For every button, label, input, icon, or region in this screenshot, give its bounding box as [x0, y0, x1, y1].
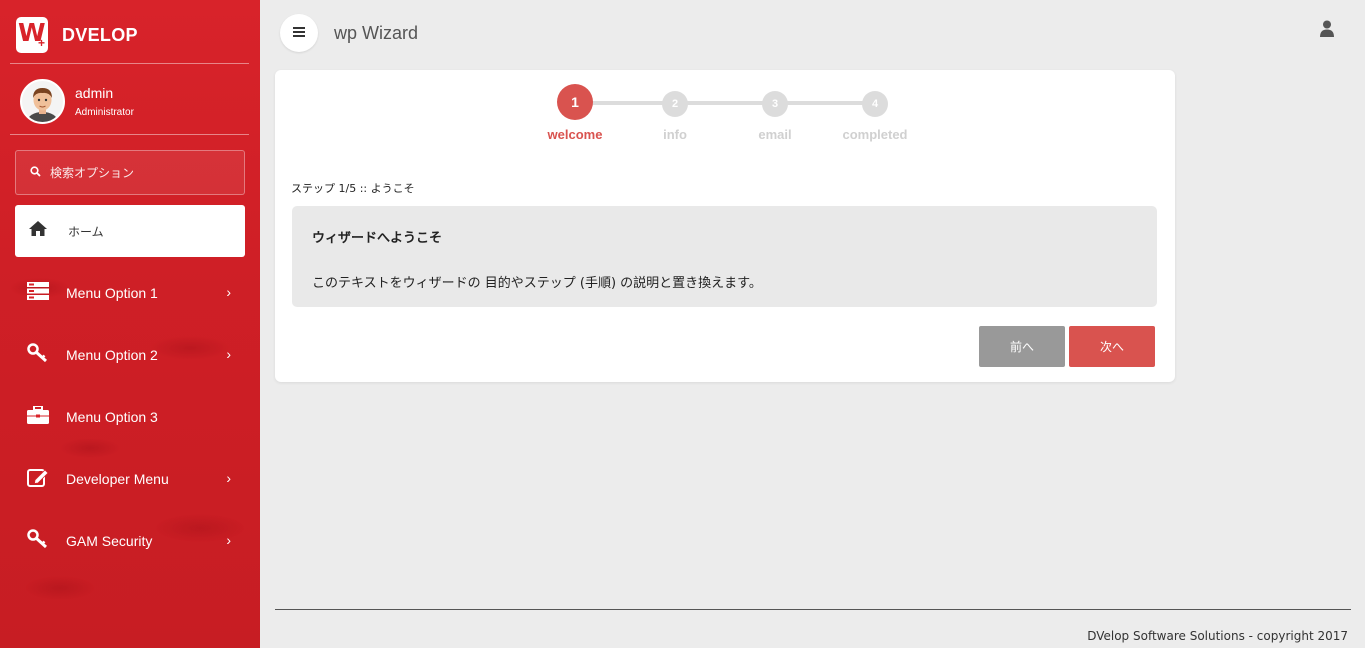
- key-icon: [27, 342, 49, 368]
- step-3-label: email: [758, 127, 792, 142]
- sidebar-item-menu-option-2[interactable]: Menu Option 2 ›: [15, 335, 245, 375]
- sidebar-item-gam-security[interactable]: GAM Security ›: [15, 521, 245, 561]
- chevron-right-icon: ›: [226, 346, 231, 362]
- sidebar-item-label: Developer Menu: [66, 471, 169, 487]
- sidebar-item-label: Menu Option 2: [66, 347, 158, 363]
- user-role: Administrator: [75, 107, 134, 118]
- wizard-card: 1 welcome 2 info 3 email 4 completed ステッ…: [275, 70, 1175, 382]
- step-1-label: welcome: [547, 127, 603, 142]
- sidebar-item-home[interactable]: ホーム: [15, 205, 245, 257]
- page-title: wp Wizard: [334, 23, 419, 43]
- step-2-circle[interactable]: 2: [662, 91, 688, 117]
- user-icon[interactable]: [1319, 20, 1335, 42]
- home-icon: [28, 220, 48, 242]
- sidebar-item-developer-menu[interactable]: Developer Menu ›: [15, 459, 245, 499]
- sidebar-item-label: ホーム: [68, 224, 104, 239]
- avatar: [20, 79, 65, 124]
- chevron-right-icon: ›: [226, 284, 231, 300]
- wizard-content: ウィザードへようこそ このテキストをウィザードの 目的やステップ (手順) の説…: [292, 206, 1157, 307]
- sidebar-divider: [10, 63, 249, 64]
- sidebar-item-label: GAM Security: [66, 533, 153, 549]
- step-4-circle[interactable]: 4: [862, 91, 888, 117]
- sidebar-item-menu-option-1[interactable]: Menu Option 1 ›: [15, 273, 245, 313]
- sidebar-item-label: Menu Option 1: [66, 285, 158, 301]
- logo-plus-icon: +: [37, 36, 45, 50]
- sidebar-item-label: Menu Option 3: [66, 409, 158, 425]
- user-name: admin: [75, 85, 114, 101]
- footer-divider: [275, 609, 1351, 610]
- step-1-circle[interactable]: 1: [557, 84, 593, 120]
- sidebar-search: [15, 150, 245, 195]
- step-caption: ステップ 1/5 :: ようこそ: [291, 182, 415, 195]
- prev-button[interactable]: 前へ: [979, 326, 1065, 367]
- wizard-content-body: このテキストをウィザードの 目的やステップ (手順) の説明と置き換えます。: [312, 276, 762, 291]
- search-icon: [30, 164, 41, 182]
- search-input[interactable]: [50, 165, 230, 180]
- sidebar: W + DVELOP admin Administrator 検索オプション ホ…: [0, 0, 260, 648]
- chevron-right-icon: ›: [226, 532, 231, 548]
- brand-logo: W +: [16, 17, 48, 53]
- briefcase-icon: [27, 404, 49, 429]
- brand-name: DVELOP: [62, 24, 138, 45]
- step-2-label: info: [663, 127, 687, 142]
- sidebar-divider: [10, 134, 249, 135]
- server-icon: [27, 281, 49, 305]
- menu-toggle-button[interactable]: [280, 14, 318, 52]
- user-panel[interactable]: admin Administrator: [20, 79, 134, 124]
- sidebar-item-menu-option-3[interactable]: Menu Option 3: [15, 397, 245, 437]
- footer-copyright: DVelop Software Solutions - copyright 20…: [1087, 629, 1348, 643]
- edit-icon: [27, 467, 49, 492]
- step-connector: [574, 101, 874, 105]
- wizard-steps: 1 welcome 2 info 3 email 4 completed: [275, 70, 1175, 170]
- step-3-circle[interactable]: 3: [762, 91, 788, 117]
- wizard-content-title: ウィザードへようこそ: [312, 231, 443, 246]
- chevron-right-icon: ›: [226, 470, 231, 486]
- hamburger-icon: [293, 24, 305, 42]
- key-icon: [27, 528, 49, 554]
- next-button[interactable]: 次へ: [1069, 326, 1155, 367]
- step-4-label: completed: [842, 127, 908, 142]
- brand[interactable]: W + DVELOP: [16, 17, 138, 53]
